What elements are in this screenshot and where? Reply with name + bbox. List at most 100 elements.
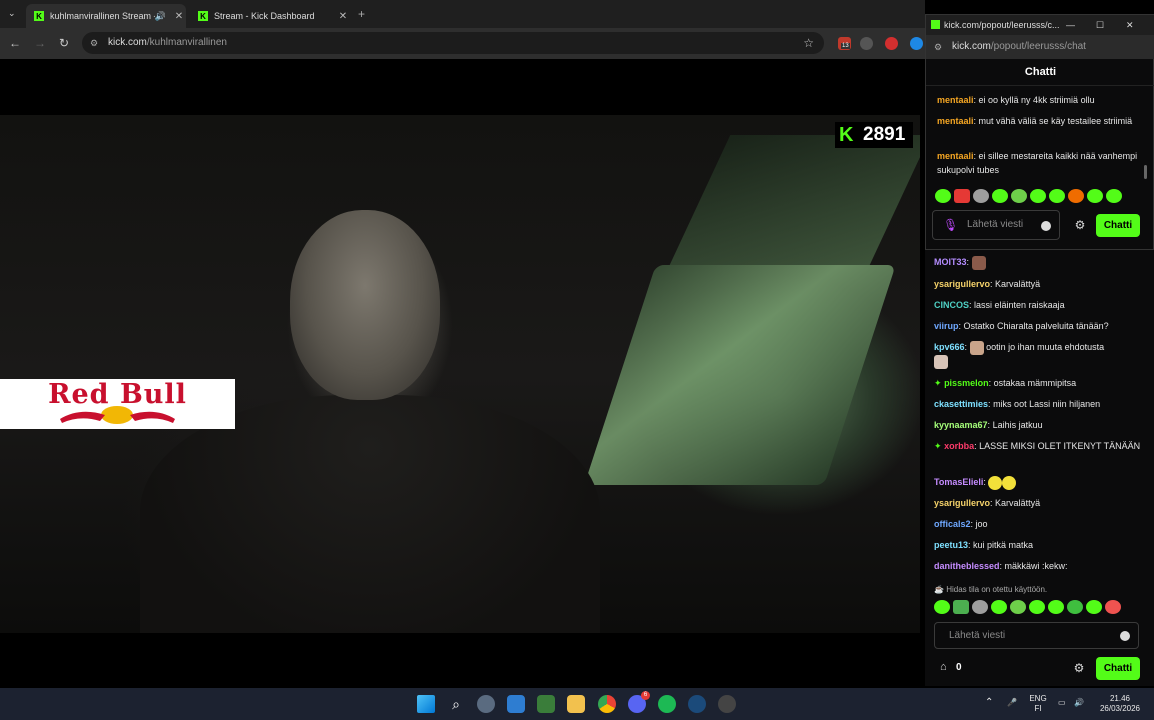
chat-username[interactable]: xorbba xyxy=(944,441,974,451)
site-settings-icon[interactable]: ⚙ xyxy=(90,32,98,54)
popout-address-bar[interactable]: ⚙ kick.com/popout/leerusss/chat xyxy=(926,35,1154,59)
emote-icon[interactable] xyxy=(1030,189,1046,203)
emote-icon[interactable] xyxy=(1067,600,1083,614)
chat-username[interactable]: peetu13 xyxy=(934,540,968,550)
close-tab-icon[interactable]: ✕ xyxy=(336,11,350,22)
chat-username[interactable]: ysarigullervo xyxy=(934,498,990,508)
glasses-extension-icon[interactable] xyxy=(860,37,873,50)
emoji-icon[interactable] xyxy=(1120,631,1130,641)
emote-icon[interactable] xyxy=(991,600,1007,614)
clock[interactable]: 21.46 26/03/2026 xyxy=(1094,694,1146,714)
chat-message: CINCOS: lassi eläinten raiskaaja xyxy=(934,300,1065,310)
close-tab-icon[interactable]: ✕ xyxy=(172,11,186,22)
reload-icon[interactable]: ↻ xyxy=(57,36,71,50)
maximize-icon[interactable]: ☐ xyxy=(1096,15,1104,35)
emote-icon[interactable] xyxy=(1086,600,1102,614)
chat-message: mentaali: mut vähä väliä se käy testaile… xyxy=(937,116,1133,126)
microphone-tray-icon[interactable]: 🎤 xyxy=(1007,698,1017,708)
back-icon[interactable]: ← xyxy=(8,36,22,50)
tab-dashboard[interactable]: K Stream - Kick Dashboard ✕ xyxy=(190,4,350,28)
file-explorer-icon[interactable] xyxy=(567,695,585,713)
tab-list-chevron-icon[interactable]: ⌄ xyxy=(8,8,16,19)
volume-icon[interactable]: 🔊 xyxy=(1074,698,1084,708)
emote-icon[interactable] xyxy=(954,189,970,203)
popout-send-chat-button[interactable]: Chatti xyxy=(1096,214,1140,237)
emote-icon[interactable] xyxy=(1068,189,1084,203)
video-player[interactable] xyxy=(0,115,920,633)
popout-scrollbar[interactable] xyxy=(1144,165,1147,179)
chat-username[interactable]: MOIT33 xyxy=(934,257,967,267)
popout-input-placeholder: Lähetä viesti xyxy=(967,219,1024,230)
chat-settings-icon[interactable]: ⚙ xyxy=(1074,218,1086,232)
search-icon[interactable]: ⌕ xyxy=(447,695,465,713)
chat-message: ysarigullervo: Karvalättyä xyxy=(934,498,1041,508)
emoji-icon[interactable] xyxy=(1041,221,1051,231)
speaker-icon[interactable]: 🔊 xyxy=(155,11,166,22)
tab-stream[interactable]: K kuhlmanvirallinen Stream - 🔊 ✕ xyxy=(26,4,186,28)
chat-message: officals2: joo xyxy=(934,519,988,529)
points-icon[interactable]: ⌂ xyxy=(940,661,947,673)
emote-icon[interactable] xyxy=(973,189,989,203)
emote-icon[interactable] xyxy=(1087,189,1103,203)
minimize-icon[interactable]: — xyxy=(1066,15,1075,35)
chat-settings-icon[interactable]: ⚙ xyxy=(1073,661,1085,675)
emote-icon[interactable] xyxy=(1106,189,1122,203)
emote-icon[interactable] xyxy=(972,600,988,614)
photos-app-icon[interactable] xyxy=(507,695,525,713)
forward-icon[interactable]: → xyxy=(33,36,47,50)
network-icon[interactable]: ▭ xyxy=(1058,698,1066,708)
chat-username[interactable]: mentaali xyxy=(937,95,974,105)
badge-icon: ✦ xyxy=(934,441,942,451)
emote-icon[interactable] xyxy=(1048,600,1064,614)
shield-extension-icon[interactable] xyxy=(885,37,898,50)
emote-icon[interactable] xyxy=(1029,600,1045,614)
chat-username[interactable]: ysarigullervo xyxy=(934,279,990,289)
chat-username[interactable]: mentaali xyxy=(937,151,974,161)
car-window-top xyxy=(669,135,920,265)
emote-quick-bar xyxy=(934,600,1121,616)
emote-icon[interactable] xyxy=(1011,189,1027,203)
microphone-icon[interactable]: 🎙 xyxy=(943,211,958,239)
chat-username[interactable]: officals2 xyxy=(934,519,971,529)
chat-username[interactable]: pissmelon xyxy=(944,378,989,388)
emote-icon[interactable] xyxy=(1105,600,1121,614)
spotify-icon[interactable] xyxy=(658,695,676,713)
chat-username[interactable]: danitheblessed xyxy=(934,561,1000,571)
chat-message-input[interactable]: Lähetä viesti xyxy=(934,622,1139,649)
profile-extension-icon[interactable] xyxy=(910,37,923,50)
emote-icon[interactable] xyxy=(992,189,1008,203)
app-icon[interactable] xyxy=(718,695,736,713)
game-app-icon[interactable] xyxy=(537,695,555,713)
bookmark-star-icon[interactable]: ☆ xyxy=(803,32,814,54)
emote-icon[interactable] xyxy=(953,600,969,614)
emote-icon[interactable] xyxy=(1010,600,1026,614)
new-tab-icon[interactable]: + xyxy=(358,7,365,21)
url-field[interactable]: ⚙ kick.com/kuhlmanvirallinen ☆ xyxy=(82,32,824,54)
emote-icon[interactable] xyxy=(934,600,950,614)
chat-username[interactable]: CINCOS xyxy=(934,300,969,310)
url-path: /kuhlmanvirallinen xyxy=(146,37,227,48)
settings-app-icon[interactable] xyxy=(477,695,495,713)
language-indicator[interactable]: ENG FI xyxy=(1028,694,1048,714)
close-window-icon[interactable]: ✕ xyxy=(1126,15,1134,35)
chrome-icon[interactable] xyxy=(598,695,616,713)
chat-username[interactable]: mentaali xyxy=(937,116,974,126)
chat-username[interactable]: kpv666 xyxy=(934,342,965,352)
extension-icon[interactable]: 13 xyxy=(838,37,851,50)
windows-start-icon[interactable] xyxy=(417,695,435,713)
tray-chevron-icon[interactable]: ⌃ xyxy=(985,698,993,708)
chat-text: mut vähä väliä se käy testailee striimiä xyxy=(978,116,1133,126)
chat-username[interactable]: ckasettimies xyxy=(934,399,988,409)
emote-icon[interactable] xyxy=(1049,189,1065,203)
emote-icon[interactable] xyxy=(935,189,951,203)
site-settings-icon[interactable]: ⚙ xyxy=(934,35,942,59)
steam-icon[interactable] xyxy=(688,695,706,713)
chat-footer: ⌂ 0 ⚙ Chatti xyxy=(925,656,1154,682)
popout-message-input[interactable]: 🎙 Lähetä viesti xyxy=(932,210,1060,240)
chat-username[interactable]: TomasElieli xyxy=(934,477,983,487)
send-chat-button[interactable]: Chatti xyxy=(1096,657,1140,680)
url-domain: kick.com xyxy=(108,37,147,48)
discord-icon[interactable]: 6 xyxy=(628,691,650,713)
chat-username[interactable]: kyynaama67 xyxy=(934,420,988,430)
chat-username[interactable]: viirup xyxy=(934,321,959,331)
